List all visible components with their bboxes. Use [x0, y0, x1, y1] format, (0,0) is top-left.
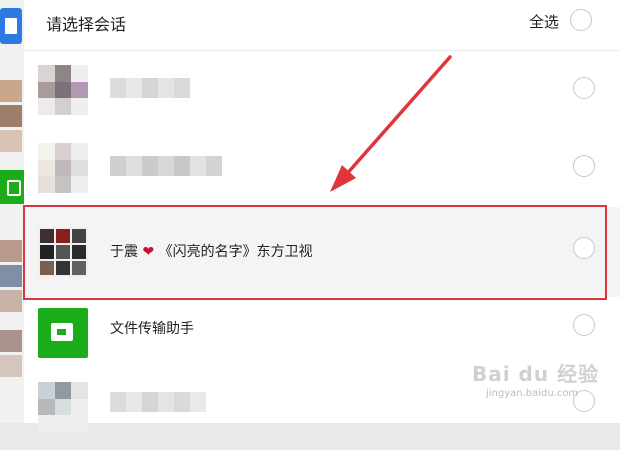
background-thumbnail — [0, 240, 22, 262]
background-thumbnail — [0, 330, 22, 352]
file-transfer-icon — [0, 170, 24, 204]
background-thumbnail — [0, 80, 22, 102]
avatar — [38, 382, 88, 432]
dialog-title: 请选择会话 — [46, 15, 127, 34]
highlight-box — [23, 205, 607, 300]
conversation-name-blurred — [110, 78, 190, 98]
background-thumbnail — [0, 105, 22, 127]
conversation-name: 文件传输助手 — [110, 321, 194, 337]
background-thumbnail — [0, 265, 22, 287]
background-thumbnail — [0, 290, 22, 312]
conversation-item[interactable] — [24, 50, 620, 128]
document-icon — [0, 8, 22, 44]
select-all-label[interactable]: 全选 — [529, 11, 559, 32]
select-all-radio[interactable] — [570, 9, 592, 31]
conversation-radio[interactable] — [573, 314, 595, 336]
file-transfer-icon — [38, 308, 88, 358]
conversation-name-blurred — [110, 392, 206, 412]
conversation-item[interactable] — [24, 128, 620, 206]
conversation-name-blurred — [110, 156, 222, 176]
baidu-watermark: Bai du 经验 — [472, 362, 600, 386]
conversation-radio[interactable] — [573, 77, 595, 99]
conversation-radio[interactable] — [573, 155, 595, 177]
avatar — [38, 65, 88, 115]
dialog-header: 请选择会话 全选 — [24, 0, 620, 51]
background-thumbnail — [0, 355, 22, 377]
baidu-watermark-url: jingyan.baidu.com — [486, 388, 579, 399]
avatar — [38, 143, 88, 193]
background-thumbnail — [0, 130, 22, 152]
background-app-strip — [0, 0, 24, 423]
